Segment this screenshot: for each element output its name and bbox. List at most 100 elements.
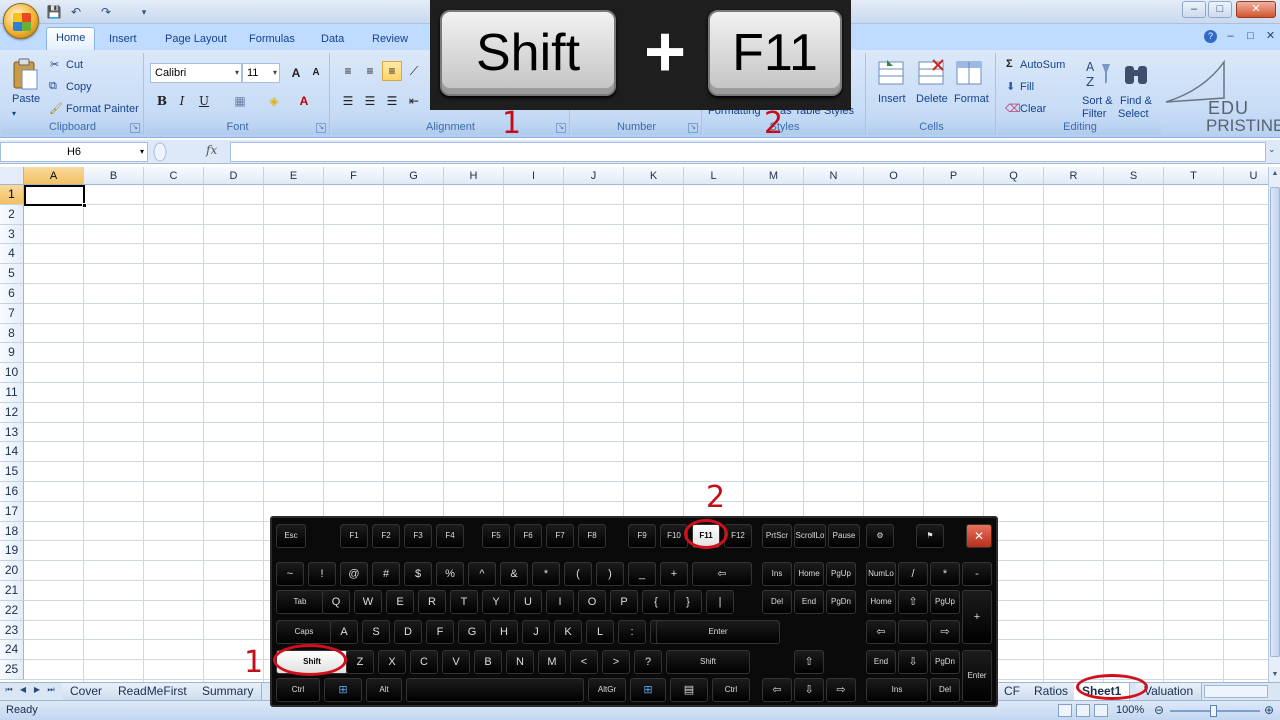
underline-button[interactable]: U bbox=[194, 91, 214, 111]
key[interactable]: F8 bbox=[578, 524, 606, 548]
key[interactable]: O bbox=[578, 590, 606, 614]
column-header[interactable]: K bbox=[624, 167, 684, 185]
row-header[interactable]: 22 bbox=[0, 600, 24, 621]
key[interactable]: ScrollLo bbox=[794, 524, 826, 548]
column-header[interactable]: C bbox=[144, 167, 204, 185]
bold-button[interactable]: B bbox=[152, 91, 172, 111]
key[interactable]: Alt bbox=[366, 678, 402, 702]
key[interactable]: Enter bbox=[656, 620, 780, 644]
column-header[interactable]: A bbox=[24, 167, 84, 185]
format-painter-button[interactable]: Format Painter bbox=[66, 103, 139, 115]
tab-page-layout[interactable]: Page Layout bbox=[156, 30, 236, 50]
shrink-font-button[interactable]: A bbox=[306, 63, 326, 83]
paste-dropdown-icon[interactable]: ▾ bbox=[12, 109, 16, 118]
windows-key-icon[interactable]: ⊞ bbox=[324, 678, 362, 702]
find-label[interactable]: Find & bbox=[1120, 95, 1152, 107]
align-center-icon[interactable]: ☰ bbox=[360, 91, 380, 111]
sort-label[interactable]: Sort & bbox=[1082, 95, 1113, 107]
key[interactable]: Enter bbox=[962, 650, 992, 702]
key[interactable]: U bbox=[514, 590, 542, 614]
scroll-up-icon[interactable]: ▲ bbox=[1269, 167, 1280, 181]
orientation-icon[interactable]: ⟋ bbox=[404, 61, 424, 81]
column-header[interactable]: U bbox=[1224, 167, 1268, 185]
key[interactable]: F7 bbox=[546, 524, 574, 548]
row-header[interactable]: 7 bbox=[0, 303, 24, 324]
row-header[interactable]: 24 bbox=[0, 640, 24, 661]
tab-insert[interactable]: Insert bbox=[100, 30, 146, 50]
key[interactable]: ⇨ bbox=[826, 678, 856, 702]
indent-icon[interactable]: ⇤ bbox=[404, 91, 424, 111]
key[interactable]: C bbox=[410, 650, 438, 674]
key[interactable]: < bbox=[570, 650, 598, 674]
number-launcher-icon[interactable]: ↘ bbox=[688, 123, 698, 133]
key[interactable]: F2 bbox=[372, 524, 400, 548]
menu-key-icon[interactable]: ▤ bbox=[670, 678, 708, 702]
minimize-button[interactable]: – bbox=[1182, 1, 1206, 18]
grow-font-button[interactable]: A bbox=[286, 63, 306, 83]
key[interactable]: A bbox=[330, 620, 358, 644]
space-key[interactable] bbox=[406, 678, 584, 702]
column-header[interactable]: O bbox=[864, 167, 924, 185]
copy-button[interactable]: Copy bbox=[66, 81, 92, 93]
key[interactable]: X bbox=[378, 650, 406, 674]
row-header[interactable]: 13 bbox=[0, 422, 24, 443]
key[interactable]: V bbox=[442, 650, 470, 674]
key[interactable]: + bbox=[962, 590, 992, 644]
key[interactable]: Pause bbox=[828, 524, 860, 548]
font-size-combo[interactable]: 11 ▾ bbox=[242, 63, 280, 83]
key[interactable]: M bbox=[538, 650, 566, 674]
key[interactable]: | bbox=[706, 590, 734, 614]
help-icon[interactable]: ? bbox=[1204, 30, 1217, 43]
active-cell[interactable] bbox=[24, 185, 87, 208]
key[interactable]: J bbox=[522, 620, 550, 644]
key[interactable]: F3 bbox=[404, 524, 432, 548]
key[interactable]: PgUp bbox=[930, 590, 960, 614]
key[interactable]: PgUp bbox=[826, 562, 856, 586]
key[interactable]: ^ bbox=[468, 562, 496, 586]
format-cells-button[interactable]: Format bbox=[954, 93, 989, 105]
ribbon-close-icon[interactable]: ✕ bbox=[1264, 30, 1277, 43]
prev-sheet-icon[interactable]: ◀ bbox=[18, 685, 28, 694]
key[interactable]: % bbox=[436, 562, 464, 586]
normal-view-icon[interactable] bbox=[1058, 704, 1072, 717]
page-break-view-icon[interactable] bbox=[1094, 704, 1108, 717]
key[interactable]: P bbox=[610, 590, 638, 614]
key[interactable]: - bbox=[962, 562, 992, 586]
page-layout-view-icon[interactable] bbox=[1076, 704, 1090, 717]
language-flag-icon[interactable]: ⚑ bbox=[916, 524, 944, 548]
row-header[interactable]: 4 bbox=[0, 244, 24, 265]
borders-icon[interactable]: ▦ bbox=[230, 91, 250, 111]
key[interactable]: Esc bbox=[276, 524, 306, 548]
key[interactable]: Home bbox=[866, 590, 896, 614]
zoom-out-icon[interactable]: ⊖ bbox=[1154, 703, 1164, 717]
row-header[interactable]: 10 bbox=[0, 363, 24, 383]
format-painter-icon[interactable]: 🖌 bbox=[49, 102, 63, 115]
key[interactable]: F12 bbox=[724, 524, 752, 548]
key[interactable]: ( bbox=[564, 562, 592, 586]
sheet-tab-readmefirst[interactable]: ReadMeFirst bbox=[110, 683, 196, 700]
column-header[interactable]: D bbox=[204, 167, 264, 185]
paste-icon[interactable] bbox=[10, 57, 40, 93]
row-header[interactable]: 23 bbox=[0, 620, 24, 641]
key[interactable]: _ bbox=[628, 562, 656, 586]
align-bottom-icon[interactable]: ≡ bbox=[382, 61, 402, 81]
binoculars-icon[interactable] bbox=[1122, 57, 1152, 91]
key[interactable]: Ctrl bbox=[712, 678, 750, 702]
row-header[interactable]: 9 bbox=[0, 343, 24, 364]
clipboard-launcher-icon[interactable]: ↘ bbox=[130, 123, 140, 133]
cut-icon[interactable]: ✂ bbox=[50, 58, 59, 71]
row-header[interactable]: 19 bbox=[0, 541, 24, 562]
row-header[interactable]: 16 bbox=[0, 482, 24, 502]
key[interactable]: I bbox=[546, 590, 574, 614]
column-header[interactable]: R bbox=[1044, 167, 1104, 185]
key[interactable]: Q bbox=[322, 590, 350, 614]
column-header[interactable]: T bbox=[1164, 167, 1224, 185]
font-launcher-icon[interactable]: ↘ bbox=[316, 123, 326, 133]
key[interactable]: { bbox=[642, 590, 670, 614]
column-header[interactable]: H bbox=[444, 167, 504, 185]
key[interactable]: Caps bbox=[276, 620, 332, 644]
key[interactable]: ⇦ bbox=[692, 562, 752, 586]
paste-label[interactable]: Paste bbox=[12, 93, 40, 105]
last-sheet-icon[interactable]: ⏭ bbox=[46, 685, 56, 695]
zoom-slider[interactable] bbox=[1170, 705, 1260, 717]
